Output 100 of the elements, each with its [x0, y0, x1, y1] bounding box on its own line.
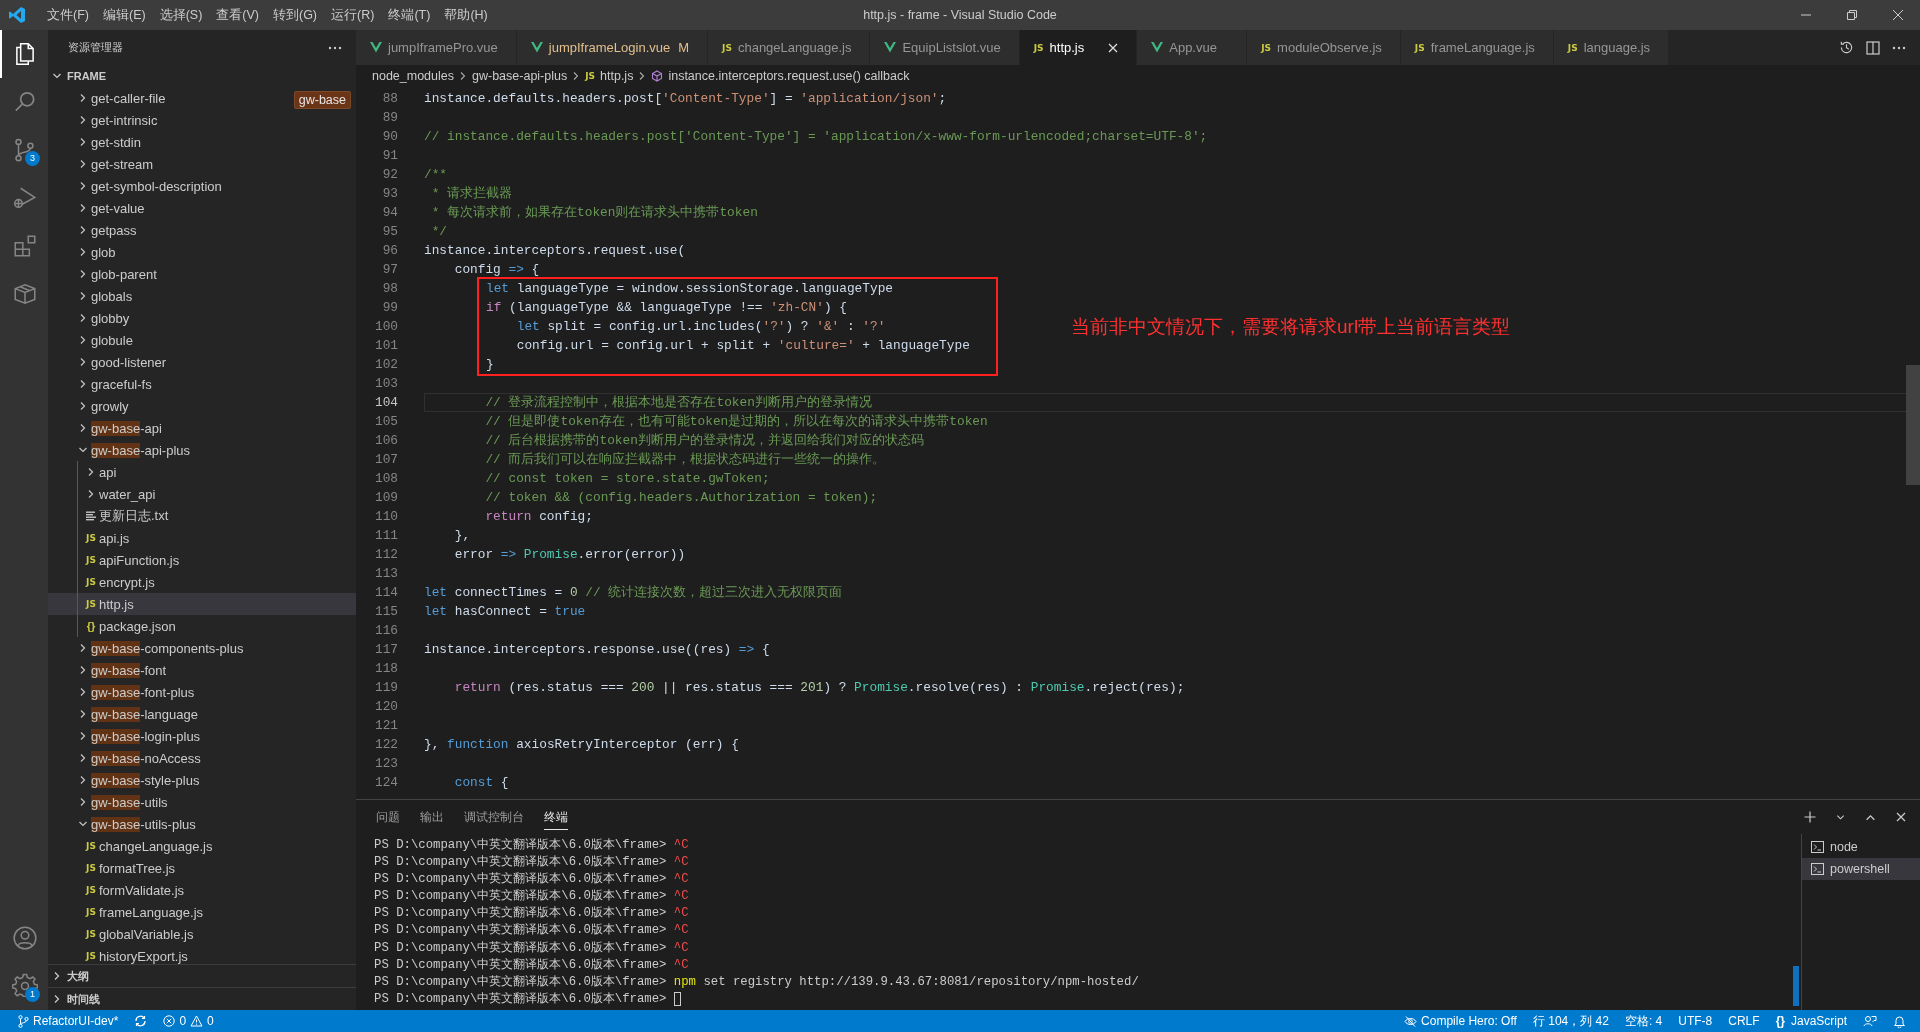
tree-item[interactable]: glob-parent — [48, 263, 248, 285]
status-item[interactable]: 行 104，列 42 — [1524, 1012, 1617, 1030]
line-number: 120 — [373, 698, 398, 716]
line-number: 101 — [373, 337, 398, 355]
menu-item[interactable]: 编辑(E) — [95, 3, 153, 27]
tree-item[interactable]: get-symbol-description — [48, 175, 248, 197]
editor-tab[interactable]: jumpIframePro.vue — [356, 30, 517, 65]
editor-tab[interactable]: App.vue — [1137, 30, 1248, 65]
tree-item[interactable]: gw-base-font — [48, 659, 248, 681]
menu-item[interactable]: 转到(G) — [266, 3, 325, 27]
tree-item-label: gw-base-noAccess — [91, 750, 201, 766]
status-item[interactable]: CRLF — [1720, 1014, 1768, 1028]
tree-item[interactable]: JS globalVariable.js — [48, 923, 248, 945]
tree-item[interactable]: getpass — [48, 219, 248, 241]
tree-item[interactable]: JS formatTree.js — [48, 857, 248, 879]
tree-item[interactable]: JS frameLanguage.js — [48, 901, 248, 923]
section-header[interactable]: FRAME — [48, 65, 356, 87]
editor-tab[interactable]: EquipListslot.vue — [870, 30, 1020, 65]
editor-tab[interactable]: JS changeLanguage.js — [708, 30, 871, 65]
panel-tab[interactable]: 终端 — [544, 804, 568, 830]
tree-item[interactable]: globby — [48, 307, 248, 329]
terminal-item[interactable]: node — [1802, 836, 1920, 858]
tree-item[interactable]: JS historyExport.js — [48, 945, 248, 964]
breadcrumb-item[interactable]: node_modules — [372, 69, 454, 83]
editor-tab[interactable]: JS http.js — [1019, 30, 1138, 65]
scrollbar-thumb[interactable] — [1793, 966, 1799, 1006]
chevron-right-icon — [78, 335, 88, 345]
menu-item[interactable]: 运行(R) — [324, 3, 382, 27]
tree-item[interactable]: growly — [48, 395, 248, 417]
tree-item[interactable]: get-stdin — [48, 131, 248, 153]
menu-item[interactable]: 文件(F) — [40, 3, 96, 27]
tree-item[interactable]: gw-base-components-plus — [48, 637, 248, 659]
more-icon[interactable] — [1892, 45, 1906, 50]
tree-item[interactable]: {} package.json — [48, 615, 248, 637]
tree-item[interactable]: gw-base-language — [48, 703, 248, 725]
tree-item[interactable]: gw-base-noAccess — [48, 747, 248, 769]
code-line: }, — [453, 527, 472, 545]
status-item[interactable]: UTF-8 — [1670, 1014, 1721, 1028]
tree-item[interactable]: JS http.js — [48, 593, 356, 615]
terminal-item[interactable]: powershell — [1802, 858, 1920, 880]
tree-item[interactable]: glob — [48, 241, 248, 263]
problems-status[interactable]: 0 0 — [155, 1014, 222, 1028]
language-status[interactable]: {} JavaScript — [1767, 1014, 1855, 1028]
split-editor-icon[interactable] — [1866, 40, 1880, 55]
tree-item[interactable]: gw-base-style-plus — [48, 769, 248, 791]
tree-item[interactable]: graceful-fs — [48, 373, 248, 395]
tree-item[interactable]: get-stream — [48, 153, 248, 175]
tree-item[interactable]: JS changeLanguage.js — [48, 835, 248, 857]
tree-item-label: formValidate.js — [99, 882, 184, 898]
tree-item[interactable]: good-listener — [48, 351, 248, 373]
status-item[interactable]: 空格: 4 — [1616, 1012, 1671, 1030]
tree-item[interactable]: JS apiFunction.js — [48, 549, 248, 571]
code-line: instance.defaults.headers.post['Content-Type'] = 'application/json'; — [424, 90, 948, 108]
tree-item-label: get-value — [91, 200, 145, 216]
editor-tab[interactable]: JS language.js — [1553, 30, 1670, 65]
panel-tab[interactable]: 问题 — [376, 804, 400, 830]
panel-tab[interactable]: 输出 — [420, 804, 444, 830]
tree-item[interactable]: get-value — [48, 197, 248, 219]
tree-item[interactable]: get-caller-file — [48, 87, 248, 109]
tree-item[interactable]: globule — [48, 329, 248, 351]
editor-tab[interactable]: jumpIframeLogin.vue M — [516, 30, 709, 65]
tree-item[interactable]: water_api — [48, 483, 248, 505]
editor-tab[interactable]: JS moduleObserve.js — [1247, 30, 1401, 65]
menu-item[interactable]: 查看(V) — [209, 3, 266, 27]
tree-item[interactable]: gw-base-utils-plus — [48, 813, 248, 835]
tree-item[interactable]: gw-base-font-plus — [48, 681, 248, 703]
tree-item[interactable]: get-intrinsic — [48, 109, 248, 131]
breadcrumb-item[interactable]: instance.interceptors.request.use() callback — [668, 69, 910, 83]
tree-item[interactable]: JS formValidate.js — [48, 879, 248, 901]
tree-item[interactable]: gw-base-login-plus — [48, 725, 248, 747]
plus-icon[interactable] — [1804, 811, 1816, 823]
tree-item[interactable]: JS api.js — [48, 527, 248, 549]
tree-item[interactable]: JS encrypt.js — [48, 571, 248, 593]
section-header[interactable]: 大纲 — [48, 964, 356, 987]
tree-item[interactable]: gw-base-api-plus — [48, 439, 248, 461]
compile-status[interactable]: Compile Hero: Off — [1396, 1014, 1525, 1028]
tree-item[interactable]: globals — [48, 285, 248, 307]
more-icon[interactable] — [328, 45, 342, 50]
close-icon[interactable] — [1896, 812, 1906, 822]
tree-item[interactable]: 更新日志.txt — [48, 505, 248, 527]
activity-button[interactable]: 3 — [0, 126, 48, 174]
branch-status[interactable]: RefactorUI-dev* — [10, 1014, 127, 1028]
menu-item[interactable]: 终端(T) — [381, 3, 438, 27]
history-icon[interactable] — [1839, 40, 1854, 55]
menu-item[interactable]: 选择(S) — [152, 3, 210, 27]
breadcrumb-item[interactable]: gw-base-api-plus — [472, 69, 568, 83]
close-icon[interactable] — [1892, 9, 1904, 21]
tree-item[interactable]: api — [48, 461, 248, 483]
activity-button[interactable]: 1 — [0, 962, 48, 1010]
menu-item[interactable]: 帮助(H) — [437, 3, 495, 27]
chevron-right-icon — [78, 357, 88, 367]
panel-tab[interactable]: 调试控制台 — [464, 804, 524, 830]
restore-icon[interactable] — [1846, 9, 1858, 21]
cube-icon — [651, 70, 664, 82]
tree-item[interactable]: gw-base-utils — [48, 791, 248, 813]
breadcrumb-item[interactable]: http.js — [600, 69, 634, 83]
tree-item[interactable]: gw-base-api — [48, 417, 248, 439]
close-icon[interactable] — [1108, 42, 1119, 53]
editor-tab[interactable]: JS frameLanguage.js — [1400, 30, 1554, 65]
scrollbar-thumb[interactable] — [1906, 365, 1920, 485]
